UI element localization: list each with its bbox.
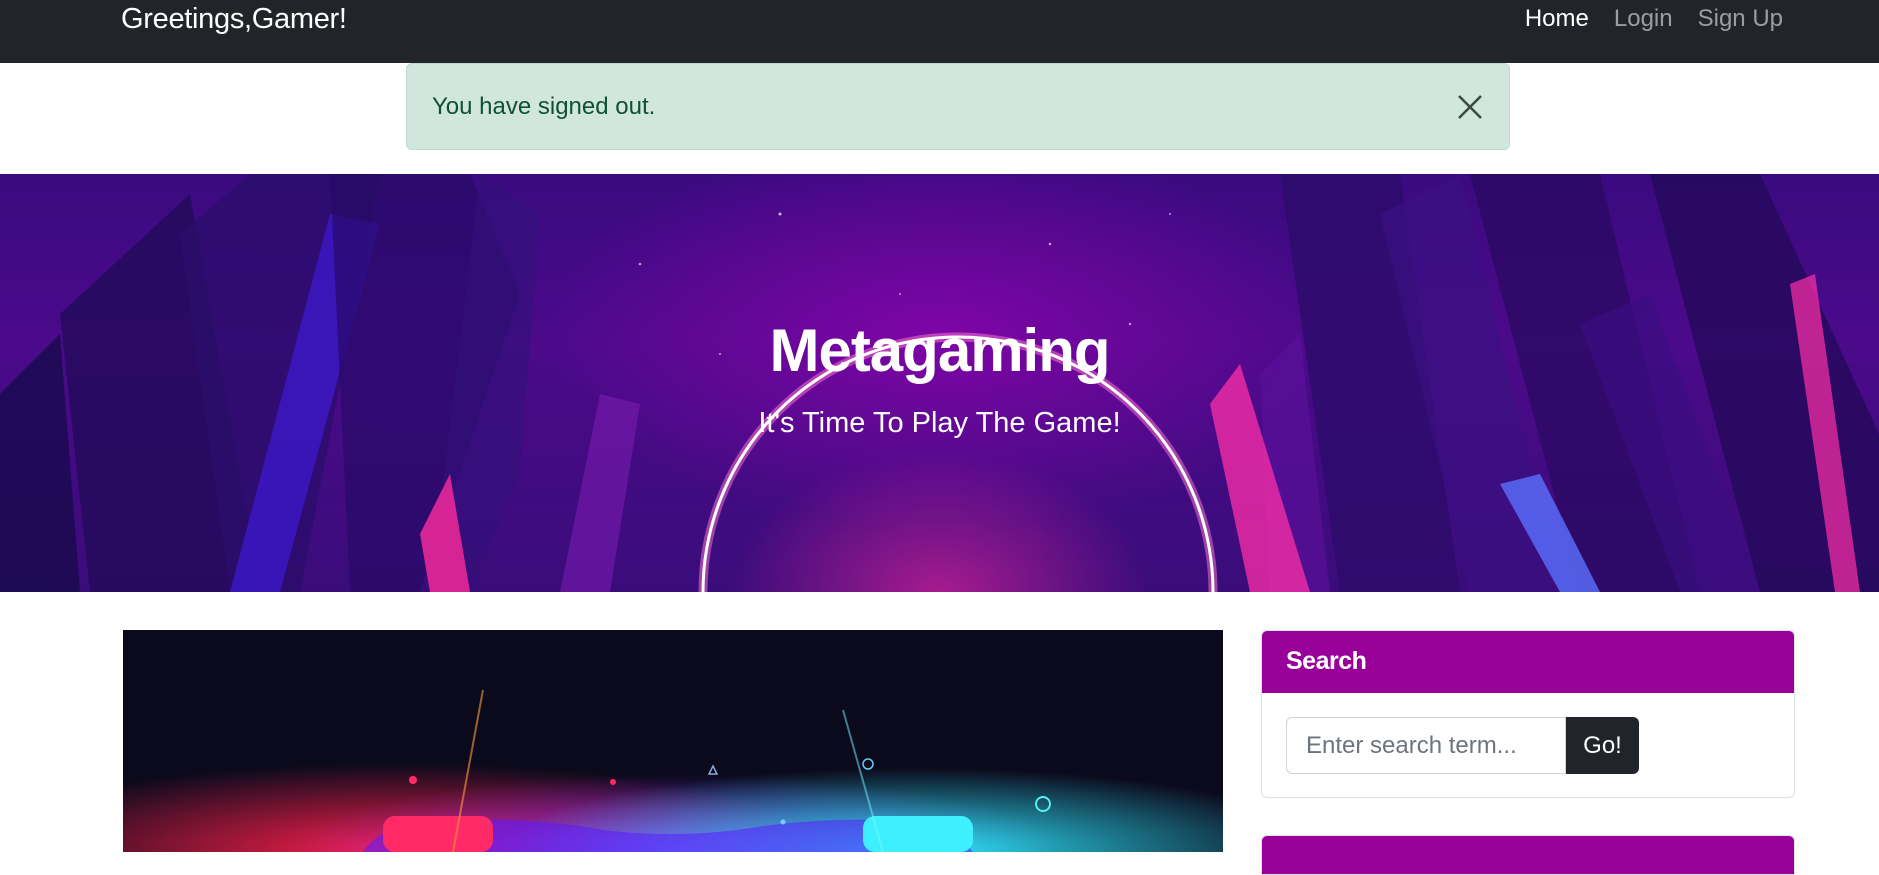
signout-alert: You have signed out. <box>406 63 1510 150</box>
navbar: Greetings,Gamer! Home Login Sign Up <box>0 0 1879 63</box>
search-card-header: Search <box>1262 631 1794 693</box>
nav-link-login[interactable]: Login <box>1614 5 1673 33</box>
search-input[interactable] <box>1286 717 1566 774</box>
close-icon[interactable] <box>1455 92 1485 122</box>
sidebar-card-next <box>1261 835 1795 875</box>
search-card: Search Go! <box>1261 630 1795 798</box>
hero-subtitle: It's Time To Play The Game! <box>758 407 1121 439</box>
post-image[interactable] <box>123 630 1223 852</box>
hero-banner: Metagaming It's Time To Play The Game! <box>0 174 1879 592</box>
game-controller-image <box>123 630 1223 852</box>
alert-message: You have signed out. <box>432 93 656 120</box>
hero-title: Metagaming <box>769 317 1110 384</box>
nav-link-home[interactable]: Home <box>1525 5 1589 33</box>
nav-link-signup[interactable]: Sign Up <box>1698 5 1783 33</box>
search-go-button[interactable]: Go! <box>1566 717 1639 774</box>
navbar-brand[interactable]: Greetings,Gamer! <box>121 3 347 36</box>
nav-links: Home Login Sign Up <box>1525 5 1783 33</box>
